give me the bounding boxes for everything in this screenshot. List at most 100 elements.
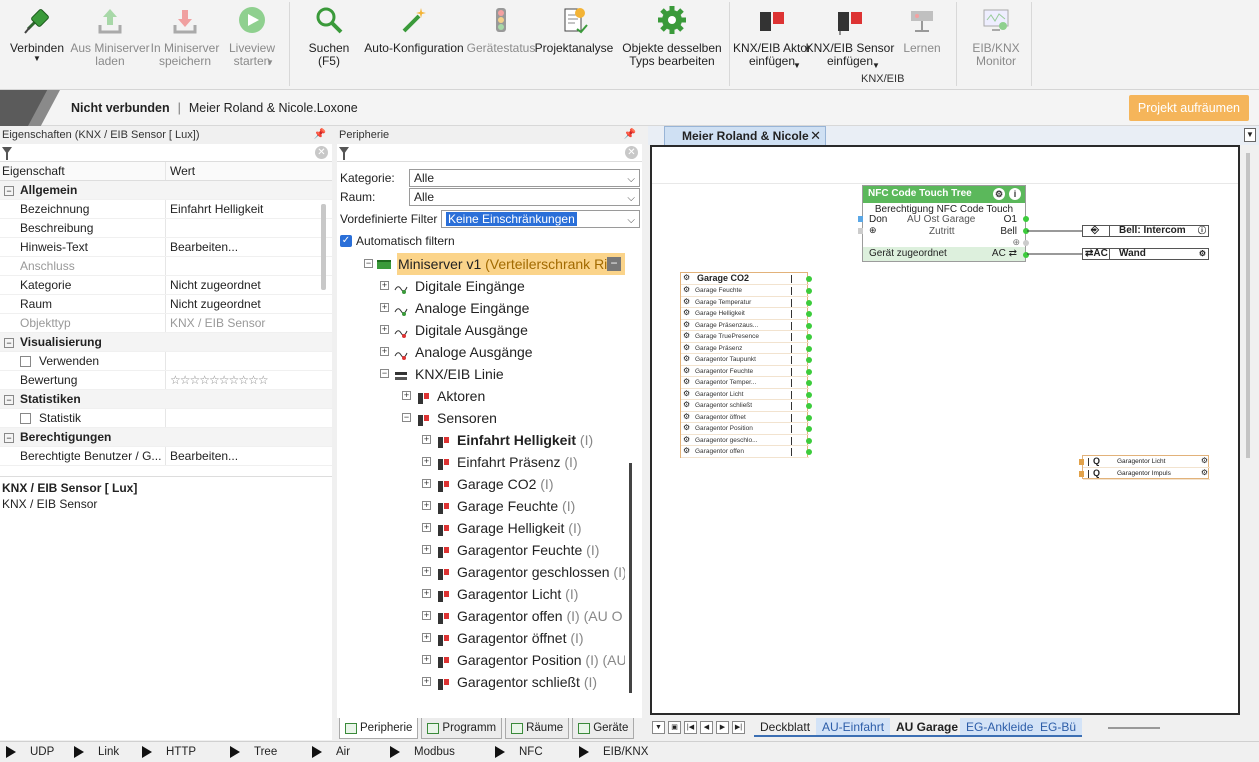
property-row[interactable]: Verwenden	[0, 352, 332, 371]
output-dot[interactable]	[806, 322, 812, 329]
gear-icon[interactable]: ⚙	[683, 354, 690, 364]
knx-sensor-row[interactable]: ⚙ Garagentor Feuchte	[681, 366, 812, 377]
expand-icon[interactable]: +	[422, 435, 431, 444]
tree-scrollbar[interactable]	[629, 463, 632, 693]
pin-icon[interactable]: 📌	[314, 126, 326, 144]
gear-icon[interactable]: ⚙	[683, 343, 690, 353]
knx-sensor-row[interactable]: ⚙ Garagentor öffnet	[681, 412, 812, 423]
tree-item[interactable]: + Garagentor schließt (I)	[339, 671, 625, 693]
property-category[interactable]: − Allgemein	[0, 181, 332, 200]
tab-peripherie[interactable]: Peripherie	[339, 718, 419, 739]
collapse-icon[interactable]: −	[4, 185, 14, 196]
gear-icon[interactable]: ⚙	[683, 435, 690, 445]
output-dot[interactable]	[806, 449, 812, 455]
tree-item[interactable]: + Garagentor offen (I) (AU O	[339, 605, 625, 627]
load-from-miniserver-button[interactable]: Aus Miniserver laden	[70, 4, 150, 68]
gear-icon[interactable]: ⚙	[683, 320, 690, 330]
property-row[interactable]: Statistik	[0, 409, 332, 428]
tab-program[interactable]: Programm	[421, 718, 503, 739]
collapse-icon[interactable]: −	[4, 394, 14, 405]
tree-item[interactable]: + Einfahrt Präsenz (I)	[339, 451, 625, 473]
knx-sensor-row[interactable]: ⚙ Garage Präsenz	[681, 343, 812, 354]
collapse-icon[interactable]: −	[4, 432, 14, 443]
sheet-tab[interactable]: AU-Einfahrt	[816, 718, 891, 737]
output-dot[interactable]	[806, 403, 812, 409]
garage-knx-block[interactable]: ⚙ Garage CO2 ⚙ Garage Feuchte ⚙ Garage Temp…	[680, 272, 812, 458]
canvas-vertical-scrollbar[interactable]	[1240, 145, 1259, 715]
auto-config-button[interactable]: Auto-Konfiguration	[360, 4, 468, 55]
checkbox[interactable]	[20, 356, 31, 368]
output-dot[interactable]	[806, 368, 812, 375]
property-value[interactable]	[165, 409, 298, 427]
expand-icon[interactable]: +	[422, 523, 431, 532]
bell-intercom-reference[interactable]: ⎆ Bell: Intercom ⓘ	[1082, 225, 1209, 237]
expand-icon[interactable]: +	[380, 281, 389, 290]
tree-item[interactable]: + Digitale Ausgänge	[339, 319, 625, 341]
close-icon[interactable]: ✕	[810, 127, 821, 145]
sheet-nav-add-icon[interactable]: ▣	[668, 721, 681, 734]
tree-item[interactable]: − Miniserver v1 (Verteilerschrank Ri −	[364, 253, 625, 275]
tree-item[interactable]: + Garage Feuchte (I)	[339, 495, 625, 517]
expand-icon[interactable]: +	[422, 677, 431, 686]
property-row[interactable]: Anschluss	[0, 257, 332, 276]
expand-icon[interactable]: +	[422, 633, 431, 642]
gear-icon[interactable]: ⚙	[683, 366, 690, 376]
property-row[interactable]: Kategorie Nicht zugeordnet	[0, 276, 332, 295]
tree-item[interactable]: + Garagentor öffnet (I)	[339, 627, 625, 649]
expand-icon[interactable]: +	[402, 391, 411, 400]
output-dot[interactable]	[806, 334, 812, 340]
knx-sensor-row[interactable]: ⚙ Garage Feuchte	[681, 285, 812, 297]
garage-output-block[interactable]: Q Garagentor Licht ⚙ Q Garagentor Impuls ⚙	[1079, 455, 1210, 480]
sheet-tab[interactable]: AU Garage	[890, 718, 965, 737]
plugin-link[interactable]: Link	[74, 744, 119, 760]
property-value[interactable]: Bearbeiten...	[165, 238, 298, 256]
collapse-all-icon[interactable]: −	[607, 257, 621, 271]
knx-sensor-row[interactable]: ⚙ Garagentor geschlo...	[681, 435, 812, 446]
gear-icon[interactable]: ⚙	[1199, 249, 1206, 259]
rating-stars[interactable]: ☆☆☆☆☆☆☆☆☆☆	[165, 371, 298, 389]
tree-item[interactable]: + Aktoren	[339, 385, 625, 407]
tree-item[interactable]: + Garagentor Licht (I)	[339, 583, 625, 605]
expand-icon[interactable]: +	[422, 567, 431, 576]
tabs-dropdown-button[interactable]: ▼	[1244, 128, 1256, 142]
tree-item[interactable]: + Garagentor Feuchte (I)	[339, 539, 625, 561]
device-status-button[interactable]: Gerätestatus	[466, 4, 536, 55]
gear-icon[interactable]: ⚙	[683, 446, 690, 456]
input-marker[interactable]	[1079, 459, 1084, 465]
tab-devices[interactable]: Geräte	[572, 718, 635, 739]
collapse-icon[interactable]: −	[364, 259, 373, 268]
properties-filter[interactable]: ✕	[0, 144, 332, 162]
predefined-filter-select[interactable]: Keine Einschränkungen ⌵	[441, 209, 640, 228]
property-category[interactable]: − Berechtigungen	[0, 428, 332, 447]
knx-output-row[interactable]: Q Garagentor Impuls ⚙	[1079, 468, 1210, 480]
tree-item[interactable]: + Digitale Eingänge	[339, 275, 625, 297]
expand-icon[interactable]: +	[380, 325, 389, 334]
output-dot[interactable]	[806, 276, 812, 282]
knx-sensor-row[interactable]: ⚙ Garagentor offen	[681, 446, 812, 458]
knx-sensor-row[interactable]: ⚙ Garagentor Taupunkt	[681, 354, 812, 366]
sheet-tab[interactable]: EG-Ankleide	[960, 718, 1040, 737]
expand-icon[interactable]: +	[422, 501, 431, 510]
sheet-scroll-thumb[interactable]	[1108, 727, 1160, 729]
tree-item[interactable]: + Garage CO2 (I)	[339, 473, 625, 495]
expand-icon[interactable]: +	[380, 303, 389, 312]
scrollbar-thumb[interactable]	[1246, 153, 1250, 458]
expand-icon[interactable]: +	[422, 545, 431, 554]
sheet-nav-prev-icon[interactable]: ◀	[700, 721, 713, 734]
knx-sensor-row[interactable]: ⚙ Garage Präsenzaus...	[681, 320, 812, 331]
knx-sensor-row[interactable]: ⚙ Garage Helligkeit	[681, 308, 812, 320]
gear-icon[interactable]: ⚙	[683, 423, 690, 433]
property-row[interactable]: Beschreibung	[0, 219, 332, 238]
knx-sensor-row[interactable]: ⚙ Garagentor Position	[681, 423, 812, 435]
output-dot[interactable]	[806, 311, 812, 317]
property-row[interactable]: Bewertung ☆☆☆☆☆☆☆☆☆☆	[0, 371, 332, 390]
gear-icon[interactable]: ⚙	[683, 308, 690, 318]
knx-sensor-row[interactable]: ⚙ Garage Temperatur	[681, 297, 812, 308]
clear-filter-icon[interactable]: ✕	[625, 146, 638, 159]
gear-icon[interactable]: ⚙	[683, 400, 690, 410]
gear-icon[interactable]: ⚙	[683, 389, 690, 399]
property-value[interactable]: Bearbeiten...	[165, 447, 298, 465]
tab-rooms[interactable]: Räume	[505, 718, 570, 739]
knx-sensor-row[interactable]: ⚙ Garagentor Temper...	[681, 377, 812, 389]
output-dot[interactable]	[806, 414, 812, 421]
